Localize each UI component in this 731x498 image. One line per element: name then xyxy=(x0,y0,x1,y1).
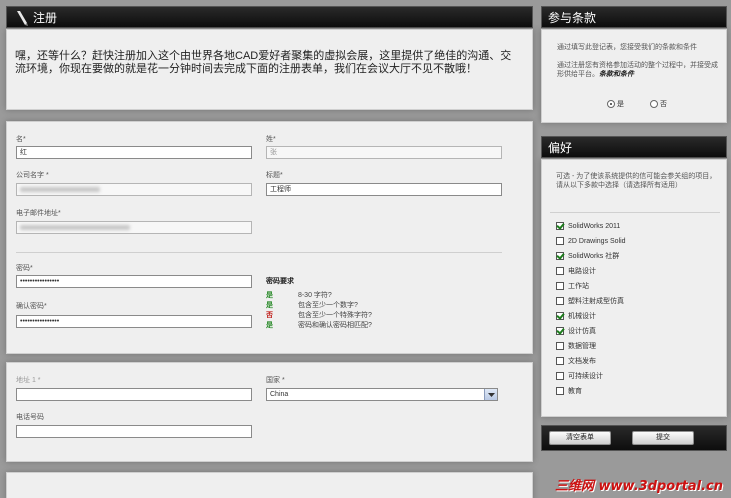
terms-link[interactable]: 条款和条件 xyxy=(599,71,634,78)
checkbox[interactable] xyxy=(556,297,564,306)
preference-item[interactable]: 2D Drawings Solid xyxy=(556,237,626,246)
company-label: 公司名字 * xyxy=(16,172,49,179)
email-input[interactable] xyxy=(16,221,252,234)
checkbox[interactable] xyxy=(556,222,564,231)
requirement-row: 是 8-30 字符? xyxy=(266,290,466,300)
terms-text-2: 通过注册您有资格参加活动的整个过程中，并接受成形供给平台。条款和条件 xyxy=(557,62,718,78)
email-label: 电子邮件地址* xyxy=(16,210,61,217)
preference-item[interactable]: 可持续设计 xyxy=(556,372,603,381)
terms-radio-no[interactable]: 否 xyxy=(650,99,667,109)
submit-button[interactable]: 提交 xyxy=(632,431,694,445)
checkbox[interactable] xyxy=(556,342,564,351)
checkbox[interactable] xyxy=(556,237,564,246)
phone-input[interactable] xyxy=(16,425,252,438)
requirement-text: 包含至少一个特殊字符? xyxy=(297,312,372,319)
checkbox[interactable] xyxy=(556,357,564,366)
requirement-status: 是 xyxy=(266,322,273,329)
radio-circle xyxy=(650,100,658,109)
terms-panel: 通过填写此登记表，您接受我们的条款和条件 通过注册您有资格参加活动的整个过程中，… xyxy=(541,29,727,123)
intro-panel: 嘿，还等什么？赶快注册加入这个由世界各地CAD爱好者聚集的虚拟会展，这里提供了绝… xyxy=(6,29,533,110)
requirement-text: 密码和确认密码相匹配? xyxy=(297,322,372,329)
checkbox[interactable] xyxy=(556,387,564,396)
register-header: 注册 xyxy=(6,6,533,28)
terms-text: 通过填写此登记表，您接受我们的条款和条件 xyxy=(557,44,697,51)
requirement-row: 是 包含至少一个数字? xyxy=(266,300,466,310)
register-title: 注册 xyxy=(33,11,58,25)
checkbox[interactable] xyxy=(556,267,564,276)
checkbox[interactable] xyxy=(556,372,564,381)
checkbox[interactable] xyxy=(556,252,564,261)
first-name-input[interactable]: 红 xyxy=(16,146,252,159)
preferences-divider xyxy=(550,212,720,213)
preference-item[interactable]: 机械设计 xyxy=(556,312,596,321)
job-title-input[interactable]: 工程师 xyxy=(266,183,502,196)
requirement-status: 是 xyxy=(266,292,273,299)
watermark: 三维网 www.3dportal.cn xyxy=(554,479,723,494)
requirements-heading: 密码要求 xyxy=(266,278,294,285)
radio-circle xyxy=(607,100,615,109)
company-input[interactable] xyxy=(16,183,252,196)
address1-input[interactable] xyxy=(16,388,252,401)
preference-item[interactable]: 塑料注射成型仿真 xyxy=(556,297,624,306)
chevron-down-icon xyxy=(484,389,497,400)
checkbox[interactable] xyxy=(556,282,564,291)
last-name-label: 姓* xyxy=(266,136,276,143)
last-name-input[interactable]: 张 xyxy=(266,146,502,159)
redacted-value xyxy=(20,186,100,192)
preference-item[interactable]: SolidWorks 2011 xyxy=(556,222,620,231)
preference-item[interactable]: SolidWorks 社群 xyxy=(556,252,619,261)
preferences-title: 偏好 xyxy=(548,141,573,155)
terms-title: 参与条款 xyxy=(548,11,597,25)
requirement-row: 否 包含至少一个特殊字符? xyxy=(266,310,466,320)
checkbox[interactable] xyxy=(556,327,564,336)
confirm-password-input[interactable]: •••••••••••••••• xyxy=(16,315,252,328)
password-requirements: 密码要求 是 8-30 字符? 是 包含至少一个数字? 否 包含至少一个特殊字符… xyxy=(266,276,466,330)
job-title-label: 标题* xyxy=(266,172,283,179)
requirement-status: 是 xyxy=(266,302,273,309)
address1-label: 地址 1 * xyxy=(16,377,41,384)
password-input[interactable]: •••••••••••••••• xyxy=(16,275,252,288)
form-divider xyxy=(16,252,502,253)
requirement-text: 8-30 字符? xyxy=(297,292,332,299)
bottom-panel xyxy=(6,472,533,498)
country-select[interactable]: China xyxy=(266,388,498,401)
confirm-password-label: 确认密码* xyxy=(16,303,47,310)
preference-item[interactable]: 工作站 xyxy=(556,282,589,291)
preferences-description: 可选 - 为了使该系统提供的信可能会参关组的项目，请从以下多款中选择（请选择所有… xyxy=(556,173,717,189)
requirement-text: 包含至少一个数字? xyxy=(297,302,358,309)
preferences-header: 偏好 xyxy=(541,136,727,158)
preference-item[interactable]: 电路设计 xyxy=(556,267,596,276)
country-label: 国家 * xyxy=(266,377,285,384)
first-name-label: 名* xyxy=(16,136,26,143)
requirement-row: 是 密码和确认密码相匹配? xyxy=(266,320,466,330)
password-label: 密码* xyxy=(16,265,33,272)
redacted-value xyxy=(20,224,130,230)
clear-form-button[interactable]: 清空表单 xyxy=(549,431,611,445)
phone-label: 电话号码 xyxy=(16,414,44,421)
preference-item[interactable]: 教育 xyxy=(556,387,582,396)
intro-text: 嘿，还等什么？赶快注册加入这个由世界各地CAD爱好者聚集的虚拟会展，这里提供了绝… xyxy=(15,50,512,75)
preference-item[interactable]: 数据管理 xyxy=(556,342,596,351)
preference-item[interactable]: 设计仿真 xyxy=(556,327,596,336)
preference-item[interactable]: 文档发布 xyxy=(556,357,596,366)
checkbox[interactable] xyxy=(556,312,564,321)
country-value: China xyxy=(270,391,289,398)
terms-header: 参与条款 xyxy=(541,6,727,28)
requirement-status: 否 xyxy=(266,312,273,319)
terms-radio-yes[interactable]: 是 xyxy=(607,99,624,109)
